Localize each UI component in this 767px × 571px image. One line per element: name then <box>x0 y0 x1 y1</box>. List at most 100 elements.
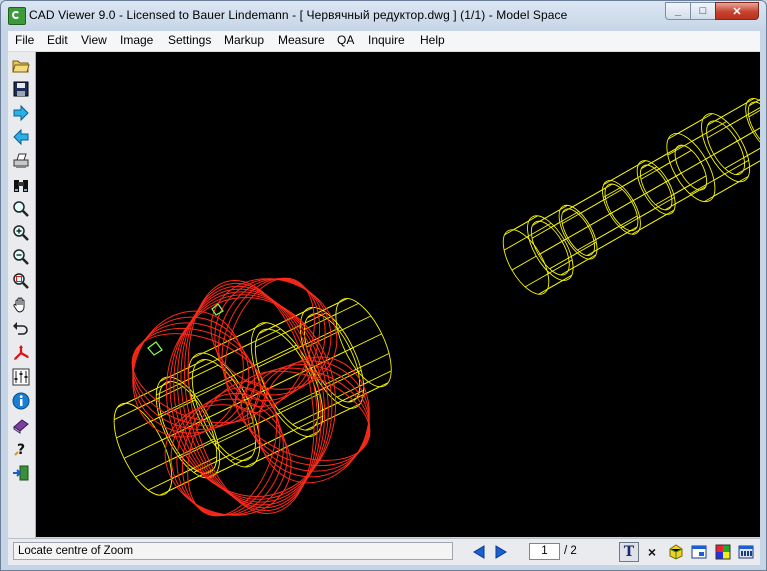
worm-gear-petal <box>164 404 292 516</box>
triangle-left-icon <box>473 544 485 559</box>
zoom-in-button[interactable] <box>10 222 32 243</box>
menu-edit[interactable]: Edit <box>46 33 69 47</box>
clear-button[interactable]: × <box>642 542 662 562</box>
find-button[interactable] <box>10 174 32 195</box>
shaft-edge-line <box>539 204 568 222</box>
book-icon <box>13 418 29 434</box>
window-title: CAD Viewer 9.0 - Licensed to Bauer Linde… <box>29 8 568 22</box>
shaft-edge-line <box>560 258 589 276</box>
shading-button[interactable] <box>666 542 686 562</box>
pan-hand-icon <box>13 297 25 312</box>
previous-button[interactable] <box>10 126 32 147</box>
zoom-icon <box>13 200 29 217</box>
shaft-edge-line <box>547 259 573 275</box>
pan-button[interactable] <box>10 294 32 315</box>
shaft-edge-line <box>538 238 567 256</box>
menu-bar: File Edit View Image Settings Markup Mea… <box>8 31 760 52</box>
menu-inquire[interactable]: Inquire <box>367 33 406 47</box>
menu-markup[interactable]: Markup <box>223 33 265 47</box>
worm-gear-petal <box>210 278 338 390</box>
svg-text:?: ? <box>17 442 25 458</box>
shaft-edge-line <box>755 99 760 103</box>
gear-shaft-edge-line <box>217 328 281 360</box>
print-icon <box>13 153 29 168</box>
gear-shaft-edge-line <box>214 413 278 445</box>
page-next-button[interactable] <box>492 543 510 560</box>
undo-view-button[interactable] <box>10 318 32 339</box>
open-button[interactable] <box>10 54 32 75</box>
help-button[interactable]: ? <box>10 438 32 459</box>
shaft-wireframe <box>502 98 760 295</box>
window-controls: _ □ ✕ <box>665 2 759 20</box>
color-palette-button[interactable] <box>713 542 733 562</box>
shaft-edge-line <box>550 211 580 228</box>
model-space-drawing <box>113 98 760 517</box>
menu-measure[interactable]: Measure <box>277 33 326 47</box>
shading-icon <box>669 544 683 560</box>
menu-image[interactable]: Image <box>119 33 154 47</box>
menu-file[interactable]: File <box>14 33 35 47</box>
save-icon <box>13 81 29 96</box>
shaft-edge-line <box>655 184 691 206</box>
status-bar: Locate centre of Zoom 1 / 2 T × <box>8 538 760 565</box>
shaft-edge-line <box>524 272 550 288</box>
shaft-edge-line <box>704 181 740 202</box>
toolbar-settings-button[interactable] <box>736 542 756 562</box>
triangle-right-icon <box>495 544 507 559</box>
app-window: CAD Viewer 9.0 - Licensed to Bauer Linde… <box>0 0 767 571</box>
text-toggle-button[interactable]: T <box>619 542 639 562</box>
text-icon: T <box>623 544 635 560</box>
save-button[interactable] <box>10 78 32 99</box>
exit-button[interactable] <box>10 462 32 483</box>
shaft-edge-line <box>726 107 760 128</box>
drawing-canvas[interactable] <box>36 52 760 537</box>
toolbar-icon <box>738 545 754 559</box>
gear-shaft-edge-line <box>123 436 170 459</box>
previous-arrow-icon <box>13 128 29 145</box>
help-icon: ? <box>14 442 25 458</box>
shaft-edge-line <box>689 173 725 195</box>
zoom-button[interactable] <box>10 198 32 219</box>
zoom-window-button[interactable] <box>10 270 32 291</box>
window-layout-button[interactable] <box>689 542 709 562</box>
info-button[interactable] <box>10 390 32 411</box>
next-button[interactable] <box>10 102 32 123</box>
shaft-edge-line <box>647 144 683 166</box>
color-palette-icon <box>715 544 731 560</box>
zoom-out-icon <box>13 248 29 265</box>
shaft-edge-line <box>724 147 760 169</box>
shaft-edge-line <box>511 255 537 271</box>
zoom-out-button[interactable] <box>10 246 32 267</box>
zoom-in-icon <box>13 224 29 241</box>
close-x-icon: × <box>647 544 657 560</box>
minimize-button[interactable]: _ <box>665 2 691 20</box>
page-number-input[interactable]: 1 <box>529 543 560 560</box>
highlight-mark <box>147 341 163 356</box>
gear-shaft-edge-line <box>339 315 372 332</box>
menu-qa[interactable]: QA <box>336 33 355 47</box>
layers-icon <box>12 368 30 385</box>
shaft-edge-line <box>656 149 692 171</box>
close-button[interactable]: ✕ <box>715 2 759 20</box>
shaft-section-ring <box>747 101 760 150</box>
title-bar[interactable]: CAD Viewer 9.0 - Licensed to Bauer Linde… <box>1 1 766 31</box>
layers-button[interactable] <box>10 366 32 387</box>
shaft-edge-line <box>538 279 564 295</box>
next-arrow-icon <box>13 104 29 121</box>
gear-shaft-edge-line <box>349 333 382 350</box>
book-button[interactable] <box>10 414 32 435</box>
print-button[interactable] <box>10 150 32 171</box>
open-folder-icon <box>12 60 30 72</box>
page-previous-button[interactable] <box>470 543 488 560</box>
menu-view[interactable]: View <box>80 33 108 47</box>
gear-shaft-edge-line <box>357 353 390 370</box>
maximize-button[interactable]: □ <box>690 2 716 20</box>
menu-settings[interactable]: Settings <box>167 33 212 47</box>
shaft-edge-line <box>609 193 645 215</box>
view-3d-button[interactable] <box>10 342 32 363</box>
menu-help[interactable]: Help <box>419 33 446 47</box>
app-icon[interactable] <box>8 7 26 25</box>
zoom-window-icon <box>13 272 29 289</box>
exit-icon <box>13 465 29 480</box>
page-total: / 2 <box>564 545 577 557</box>
